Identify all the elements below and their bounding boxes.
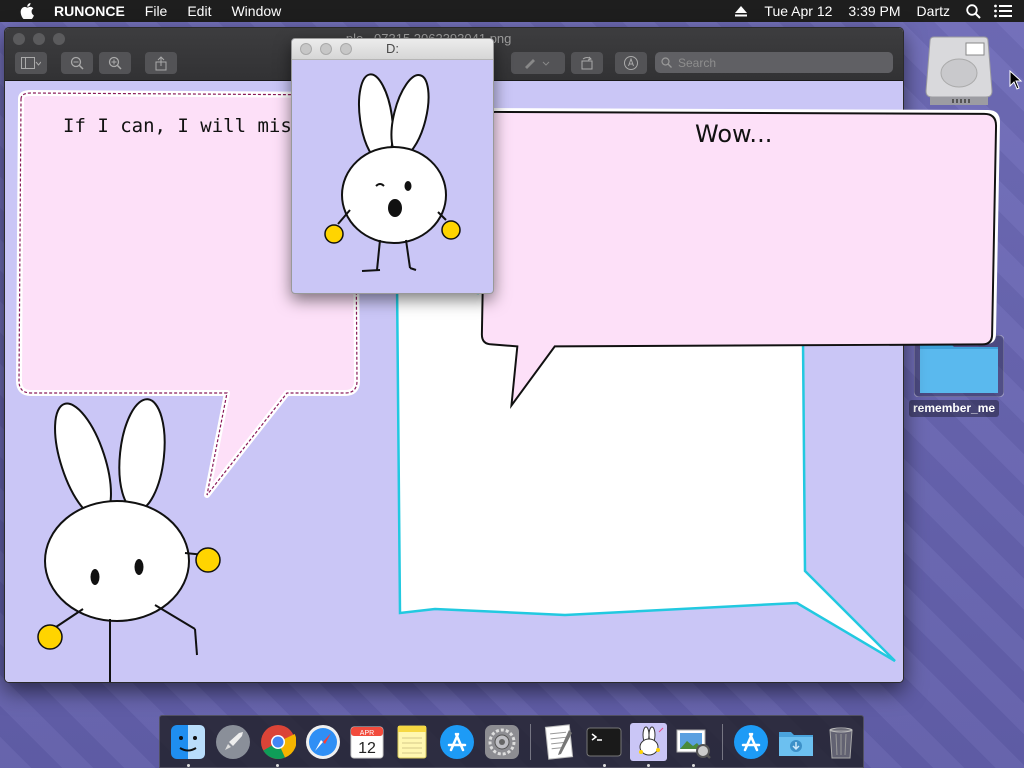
zoom-in-icon (108, 56, 122, 70)
pen-icon (525, 59, 550, 69)
search-placeholder: Search (678, 55, 717, 70)
share-icon (155, 55, 167, 70)
markup-toolbar-button[interactable] (615, 52, 647, 74)
notification-center-icon[interactable] (992, 0, 1014, 22)
spotlight-search-icon[interactable] (962, 0, 984, 22)
system-preferences-icon[interactable] (483, 723, 520, 761)
close-button[interactable] (13, 33, 25, 45)
calendar-icon[interactable]: APR 12 (349, 723, 386, 761)
hard-drive-icon[interactable] (922, 33, 996, 109)
minimize-button[interactable] (33, 33, 45, 45)
small-minimize-button[interactable] (320, 43, 332, 55)
sidebar-icon (21, 57, 41, 69)
dock: APR 12 (159, 715, 864, 768)
small-window-title: D: (386, 41, 399, 56)
trash-icon[interactable] (822, 723, 859, 761)
menu-date[interactable]: Tue Apr 12 (756, 0, 840, 22)
eject-icon[interactable] (730, 0, 752, 22)
rotate-button[interactable] (571, 52, 603, 74)
calendar-day: 12 (358, 740, 376, 757)
chrome-icon[interactable] (259, 723, 296, 767)
app-store-downloads-icon[interactable] (733, 723, 770, 761)
overlay-speech-bubble: Wow... (470, 104, 1010, 409)
zoom-out-button[interactable] (61, 52, 93, 74)
menu-app-name[interactable]: RUNONCE (54, 0, 135, 22)
app-store-icon[interactable] (438, 723, 475, 761)
terminal-icon[interactable] (586, 723, 623, 767)
bunny-character-left (37, 398, 221, 682)
left-bubble-text: If I can, I will miss yo (63, 115, 293, 137)
menu-bar: RUNONCE File Edit Window Tue Apr 12 3:39… (0, 0, 1024, 22)
search-icon (661, 57, 672, 68)
small-zoom-button[interactable] (340, 43, 352, 55)
apple-menu-icon[interactable] (20, 1, 40, 21)
preview-icon[interactable] (675, 723, 712, 767)
dock-separator (721, 723, 723, 760)
launchpad-icon[interactable] (215, 723, 252, 761)
sidebar-toggle-button[interactable] (15, 52, 47, 74)
small-window-titlebar: D: (292, 39, 493, 60)
rotate-icon (581, 56, 593, 70)
menu-window[interactable]: Window (221, 0, 291, 22)
textedit-icon[interactable] (541, 723, 578, 761)
calendar-month: APR (360, 730, 374, 737)
menu-edit[interactable]: Edit (177, 0, 221, 22)
zoom-out-icon (70, 56, 84, 70)
zoom-button[interactable] (53, 33, 65, 45)
safari-icon[interactable] (304, 723, 341, 761)
menu-time[interactable]: 3:39 PM (840, 0, 908, 22)
search-input[interactable]: Search (655, 52, 893, 73)
markup-icon (624, 56, 638, 70)
zoom-in-button[interactable] (99, 52, 131, 74)
share-button[interactable] (145, 52, 177, 74)
finder-icon[interactable] (170, 723, 207, 767)
overlay-bubble-text: Wow... (695, 120, 773, 148)
notes-icon[interactable] (394, 723, 431, 761)
dock-separator (529, 723, 531, 760)
menu-user[interactable]: Dartz (909, 0, 958, 22)
small-close-button[interactable] (300, 43, 312, 55)
markup-pen-button[interactable] (511, 52, 565, 74)
runonce-bunny-icon[interactable] (630, 722, 668, 767)
small-window: D: (291, 38, 494, 294)
bunny-character-small (324, 73, 461, 272)
downloads-folder-icon[interactable] (777, 723, 814, 761)
menu-file[interactable]: File (135, 0, 178, 22)
mouse-cursor-icon (1009, 70, 1023, 90)
